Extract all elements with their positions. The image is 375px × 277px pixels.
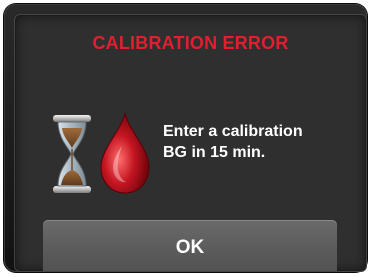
message-line-1: Enter a calibration [163,123,303,140]
ok-button[interactable]: OK [43,220,337,271]
alert-dialog: CALIBRATION ERROR Enter a calibration BG… [14,14,367,272]
blood-drop-icon [100,112,150,194]
calibration-message: Enter a calibration BG in 15 min. [163,121,353,163]
message-line-2: BG in 15 min. [163,144,266,161]
alert-icons [51,111,151,196]
hourglass-icon [53,115,91,193]
dialog-title: CALIBRATION ERROR [92,33,289,53]
